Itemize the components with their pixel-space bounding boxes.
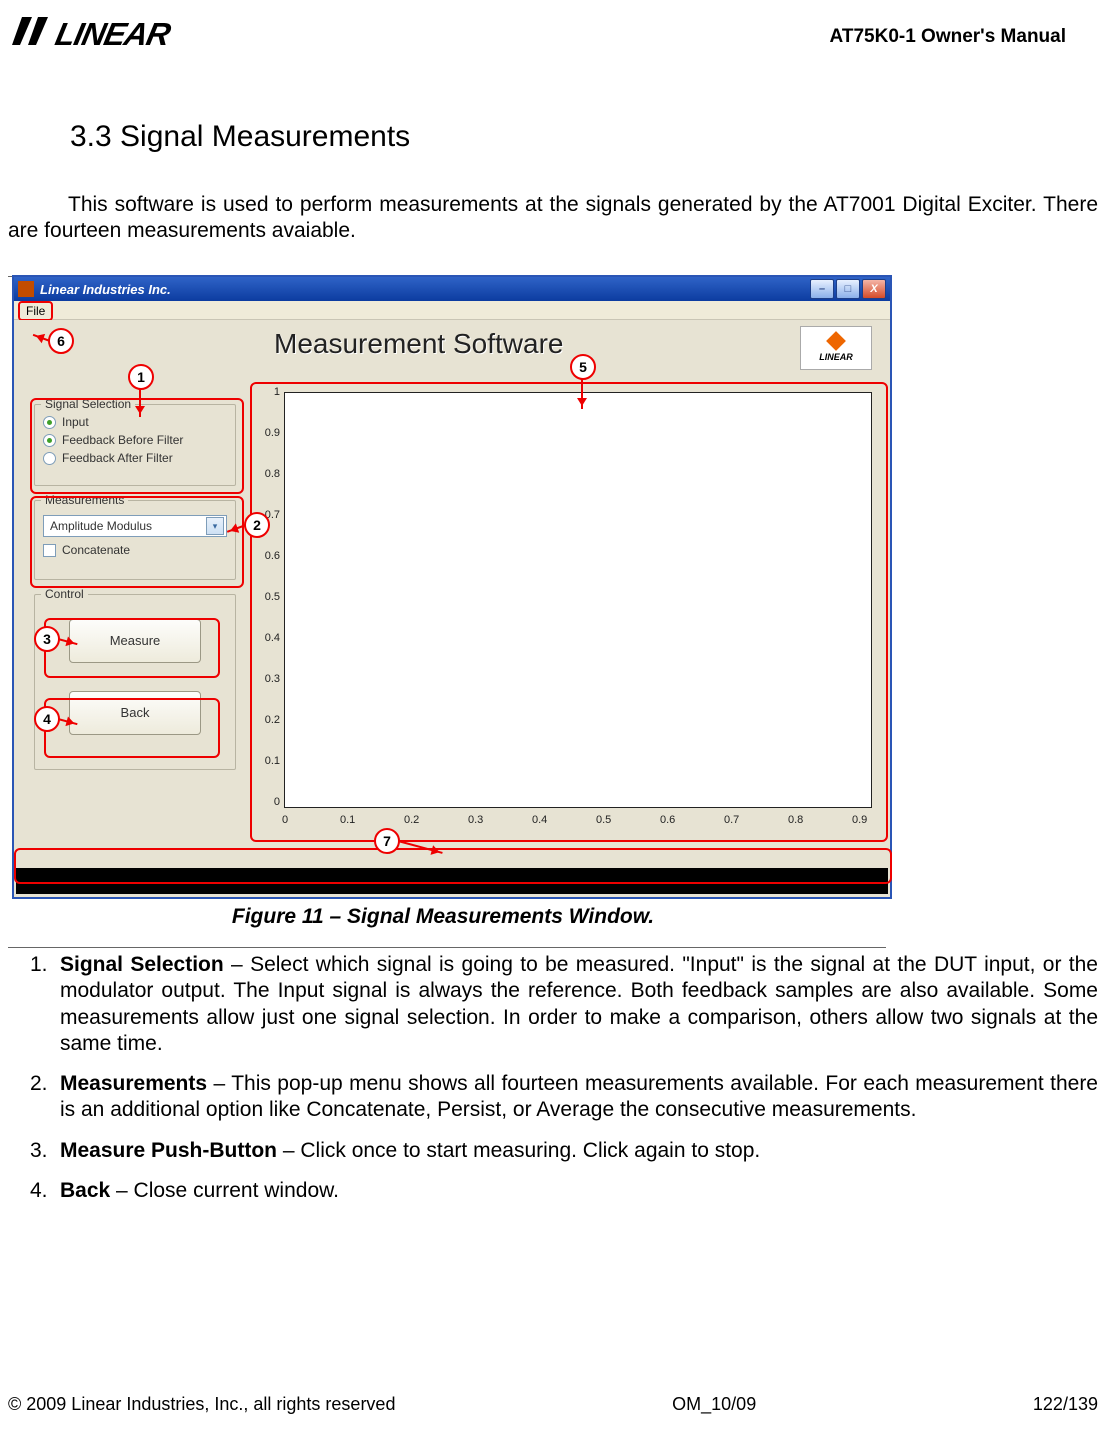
list-item: 3. Measure Push-Button – Click once to s… [30, 1138, 1098, 1164]
ytick: 0.9 [256, 427, 280, 439]
app-icon [18, 281, 34, 297]
concatenate-label: Concatenate [62, 543, 130, 557]
callout-3: 3 [34, 626, 60, 652]
chart-canvas [284, 392, 872, 808]
menu-bar: File [14, 301, 890, 320]
measurements-panel: Measurements Amplitude Modulus ▾ Concate… [34, 500, 236, 580]
list-item-body: – This pop-up menu shows all fourteen me… [60, 1072, 1098, 1121]
measure-button[interactable]: Measure [69, 619, 201, 663]
ytick: 0.1 [256, 755, 280, 767]
list-marker: 2. [30, 1071, 48, 1097]
logo-text: LINEAR [52, 16, 173, 53]
xtick: 0.3 [468, 814, 483, 826]
callout-1: 1 [128, 364, 154, 390]
list-item-title: Signal Selection [60, 953, 224, 976]
app-window: Linear Industries Inc. – □ X File Measur… [12, 275, 892, 899]
callout-4: 4 [34, 706, 60, 732]
description-list: 1. Signal Selection – Select which signa… [30, 952, 1098, 1218]
radio-feedback-after-label: Feedback After Filter [62, 451, 173, 465]
radio-feedback-before-label: Feedback Before Filter [62, 433, 183, 447]
brand-logo-icon: LINEAR [800, 326, 872, 370]
arrow-icon [139, 389, 141, 417]
measurement-select[interactable]: Amplitude Modulus ▾ [43, 515, 227, 537]
xtick: 0.2 [404, 814, 419, 826]
list-item-body: – Click once to start measuring. Click a… [277, 1139, 760, 1162]
radio-dot-icon [43, 452, 56, 465]
xtick: 0.7 [724, 814, 739, 826]
list-item-title: Measure Push-Button [60, 1139, 277, 1162]
ytick: 0.3 [256, 673, 280, 685]
back-button[interactable]: Back [69, 691, 201, 735]
manual-title: AT75K0-1 Owner's Manual [830, 26, 1066, 48]
close-button[interactable]: X [862, 279, 886, 299]
callout-5: 5 [570, 354, 596, 380]
mini-logo-text: LINEAR [819, 352, 853, 362]
page-footer: © 2009 Linear Industries, Inc., all righ… [8, 1394, 1098, 1415]
ytick: 0.8 [256, 468, 280, 480]
checkbox-icon [43, 544, 56, 557]
ytick: 0.5 [256, 591, 280, 603]
radio-dot-icon [43, 416, 56, 429]
minimize-button[interactable]: – [810, 279, 834, 299]
list-item: 1. Signal Selection – Select which signa… [30, 952, 1098, 1057]
xtick: 0.1 [340, 814, 355, 826]
company-logo: LINEAR [12, 16, 169, 53]
measurement-select-value: Amplitude Modulus [50, 519, 152, 533]
ytick: 0 [256, 796, 280, 808]
separator-bottom [8, 947, 886, 948]
list-item-title: Back [60, 1179, 110, 1202]
radio-feedback-before[interactable]: Feedback Before Filter [35, 433, 235, 447]
concatenate-checkbox[interactable]: Concatenate [35, 543, 235, 557]
list-item: 2. Measurements – This pop-up menu shows… [30, 1071, 1098, 1124]
ytick: 1 [256, 386, 280, 398]
section-intro: This software is used to perform measure… [0, 192, 1106, 245]
radio-dot-icon [43, 434, 56, 447]
ytick: 0.2 [256, 714, 280, 726]
xtick: 0 [282, 814, 288, 826]
ytick: 0.6 [256, 550, 280, 562]
measurements-legend: Measurements [41, 493, 128, 507]
footer-doc-code: OM_10/09 [672, 1394, 756, 1415]
xtick: 0.5 [596, 814, 611, 826]
intro-text: This software is used to perform measure… [8, 193, 1098, 242]
list-marker: 1. [30, 952, 48, 978]
list-marker: 3. [30, 1138, 48, 1164]
menu-file[interactable]: File [18, 301, 53, 321]
status-bar [16, 868, 888, 894]
list-marker: 4. [30, 1178, 48, 1204]
callout-7: 7 [374, 828, 400, 854]
xtick: 0.6 [660, 814, 675, 826]
xtick: 0.8 [788, 814, 803, 826]
window-titlebar[interactable]: Linear Industries Inc. – □ X [14, 277, 890, 301]
xtick: 0.9 [852, 814, 867, 826]
control-legend: Control [41, 587, 88, 601]
figure-caption: Figure 11 – Signal Measurements Window. [0, 905, 886, 929]
list-item: 4. Back – Close current window. [30, 1178, 1098, 1204]
callout-2: 2 [244, 512, 270, 538]
control-panel: Control Measure Back [34, 594, 236, 770]
app-title: Measurement Software [274, 328, 563, 360]
footer-copyright: © 2009 Linear Industries, Inc., all righ… [8, 1394, 395, 1415]
signal-selection-legend: Signal Selection [41, 397, 135, 411]
logo-icon [12, 16, 48, 53]
arrow-icon [398, 840, 443, 854]
footer-page-number: 122/139 [1033, 1394, 1098, 1415]
section-heading: 3.3 Signal Measurements [70, 120, 410, 154]
window-title: Linear Industries Inc. [40, 282, 171, 297]
radio-input-label: Input [62, 415, 89, 429]
ytick: 0.4 [256, 632, 280, 644]
chevron-down-icon: ▾ [206, 517, 224, 535]
radio-feedback-after[interactable]: Feedback After Filter [35, 451, 235, 465]
xtick: 0.4 [532, 814, 547, 826]
callout-6: 6 [48, 328, 74, 354]
page-header: LINEAR AT75K0-1 Owner's Manual [12, 16, 1066, 58]
list-item-body: – Close current window. [110, 1179, 339, 1202]
app-body: Measurement Software LINEAR Signal Selec… [14, 320, 890, 896]
maximize-button[interactable]: □ [836, 279, 860, 299]
chart-area: 1 0.9 0.8 0.7 0.6 0.5 0.4 0.3 0.2 0.1 0 … [256, 390, 876, 830]
arrow-icon [581, 379, 583, 409]
list-item-title: Measurements [60, 1072, 207, 1095]
